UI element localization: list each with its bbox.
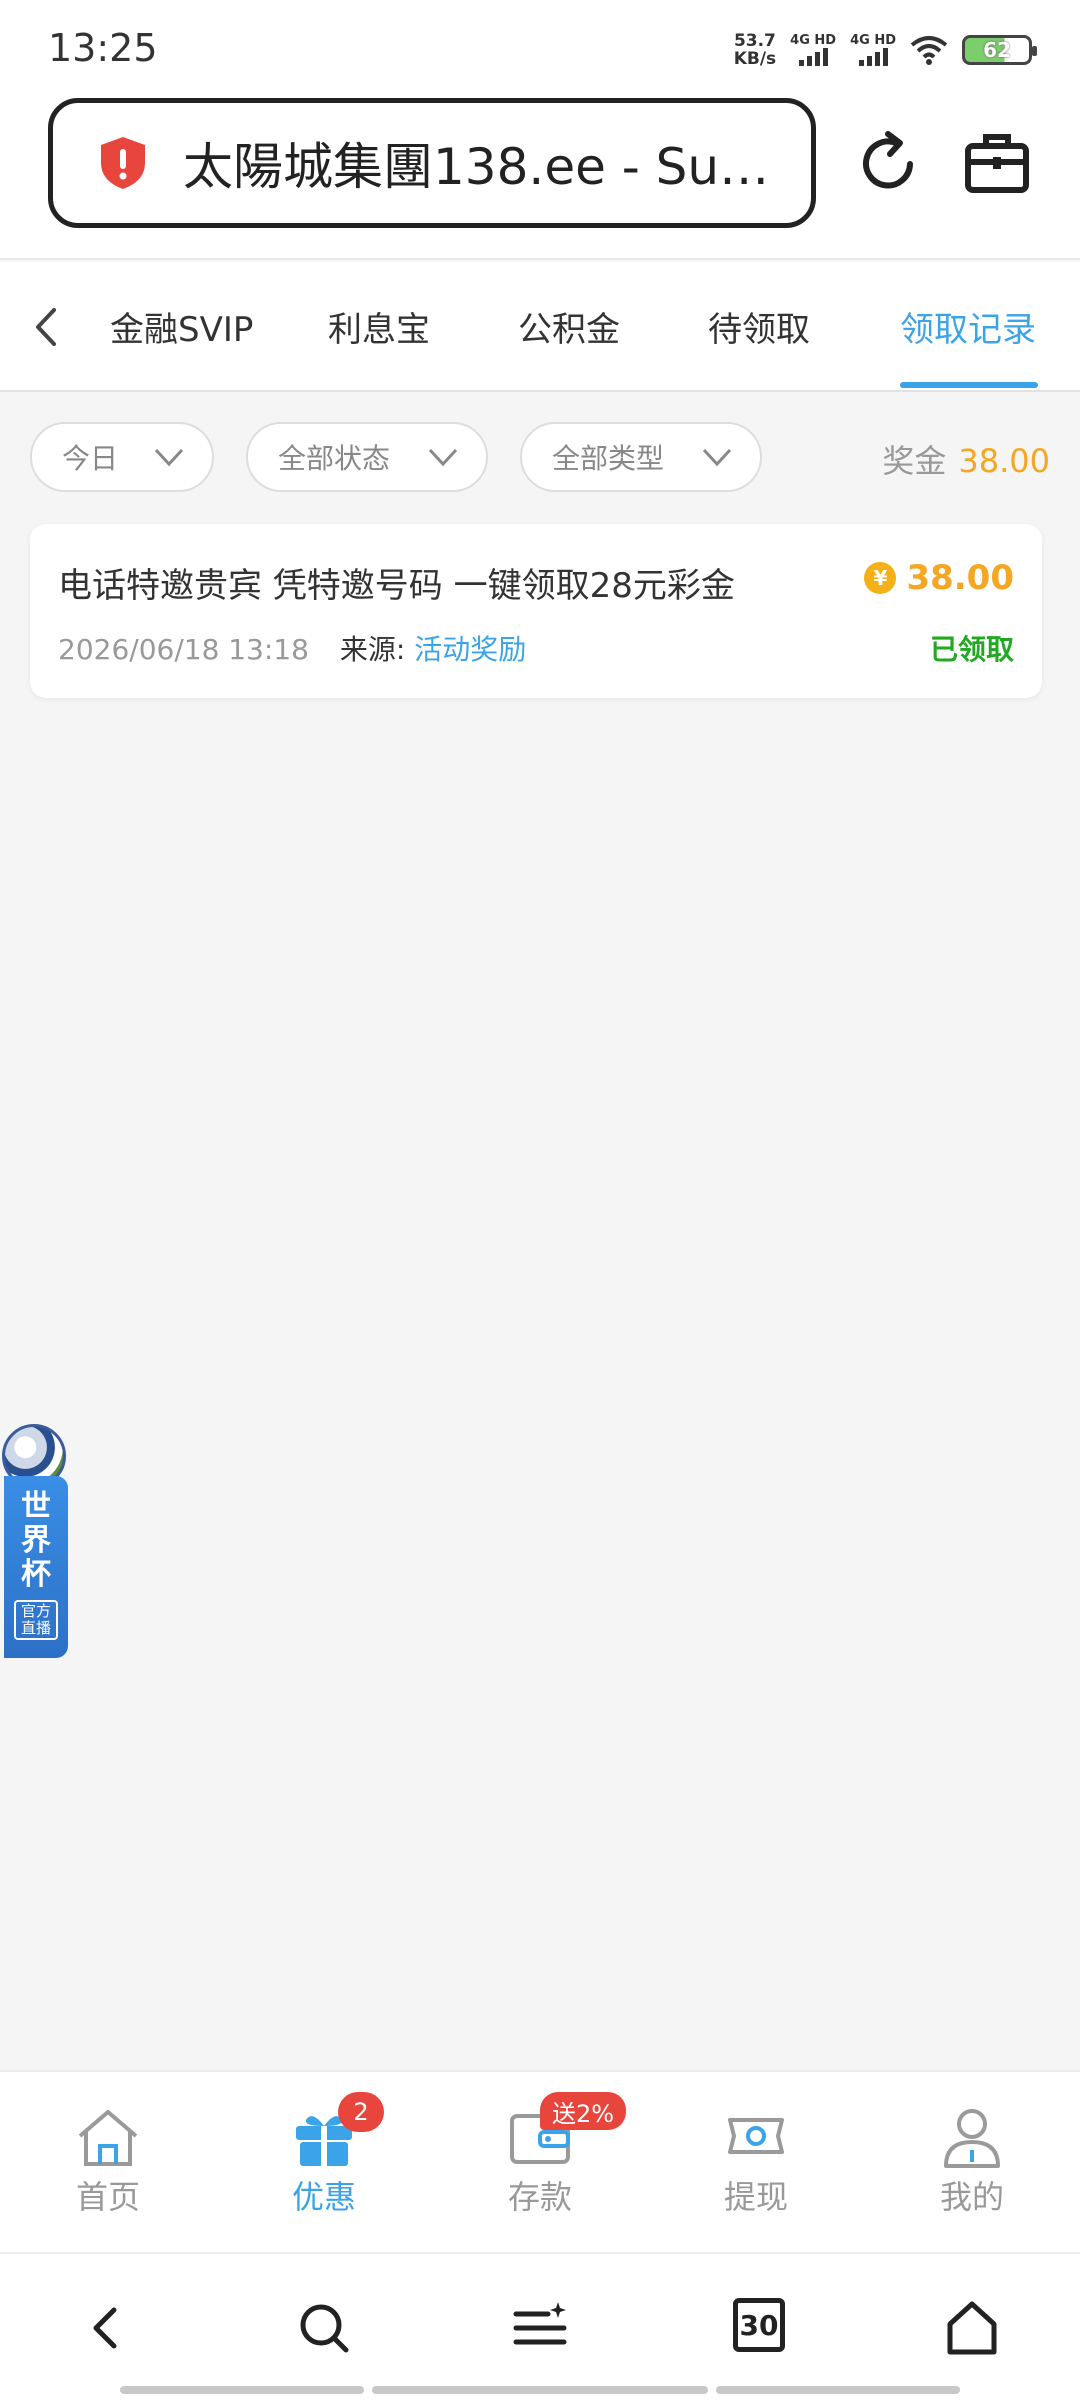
chevron-down-icon xyxy=(154,448,184,467)
browser-address-bar: 太陽城集團138.ee - Su… xyxy=(0,92,1080,260)
battery-level: 62 xyxy=(983,38,1011,62)
tab-provident-fund[interactable]: 公积金 xyxy=(518,302,620,351)
signal-bars-icon xyxy=(798,48,828,66)
chevron-down-icon xyxy=(428,448,458,467)
user-icon xyxy=(944,2109,1000,2168)
type-filter-label: 全部类型 xyxy=(552,442,665,475)
record-source-label: 来源: xyxy=(339,633,406,666)
tab-svip[interactable]: 金融SVIP xyxy=(110,302,253,351)
nav-promotions[interactable]: 2 优惠 xyxy=(264,2092,384,2218)
chevron-left-icon[interactable] xyxy=(26,300,66,354)
network-speed-value: 53.7 xyxy=(733,31,776,51)
url-field[interactable]: 太陽城集團138.ee - Su… xyxy=(48,98,816,228)
chevron-down-icon xyxy=(702,448,732,467)
gesture-bar xyxy=(372,2386,708,2394)
sim2-label: 4G HD xyxy=(850,33,896,48)
record-title: 电话特邀贵宾 凭特邀号码 一键领取28元彩金 xyxy=(58,566,735,606)
network-speed: 53.7 KB/s xyxy=(734,32,776,68)
world-cup-text: 世界杯 xyxy=(21,1489,51,1592)
home-icon xyxy=(78,2110,138,2166)
bonus-total-amount: 38.00 xyxy=(958,442,1050,480)
home-icon[interactable] xyxy=(942,2298,1002,2358)
battery-icon: 62 xyxy=(962,35,1037,65)
app-bottom-nav: 首页 2 优惠 送2% 存款 提现 我的 xyxy=(0,2070,1080,2252)
bonus-total: 奖金 38.00 xyxy=(882,436,1050,482)
record-status: 已领取 xyxy=(929,633,1014,666)
yen-coin-icon: ¥ xyxy=(864,562,897,594)
tab-claim-history[interactable]: 领取记录 xyxy=(900,302,1036,351)
active-tab-indicator xyxy=(900,382,1038,388)
status-filter-label: 全部状态 xyxy=(278,442,391,475)
record-source-value: 活动奖励 xyxy=(414,633,527,666)
nav-profile-label: 我的 xyxy=(939,2178,1004,2216)
type-filter[interactable]: 全部类型 xyxy=(520,422,762,492)
date-filter-label: 今日 xyxy=(62,442,119,475)
nav-withdraw[interactable]: 提现 xyxy=(696,2106,816,2218)
toolbox-icon[interactable] xyxy=(962,128,1032,198)
promotions-badge: 2 xyxy=(338,2092,384,2132)
tabs-icon[interactable]: 30 xyxy=(733,2298,785,2352)
nav-promotions-label: 优惠 xyxy=(291,2178,356,2216)
nav-deposit-label: 存款 xyxy=(507,2178,572,2216)
date-filter[interactable]: 今日 xyxy=(30,422,214,492)
nav-home-label: 首页 xyxy=(75,2178,140,2216)
status-indicators: 53.7 KB/s 4G HD 4G HD 62 xyxy=(734,30,1037,70)
sim1-label: 4G HD xyxy=(790,33,837,48)
world-cup-float-banner[interactable]: 世界杯 官方直播 xyxy=(0,1424,68,1658)
record-amount: ¥ 38.00 xyxy=(864,558,1014,598)
tab-pending[interactable]: 待领取 xyxy=(708,302,810,351)
nav-withdraw-label: 提现 xyxy=(723,2178,788,2216)
nav-profile[interactable]: 我的 xyxy=(912,2106,1032,2218)
gesture-bar xyxy=(120,2386,364,2394)
status-time: 13:25 xyxy=(48,26,158,70)
network-speed-unit: KB/s xyxy=(733,49,777,69)
gesture-bar xyxy=(716,2386,960,2394)
record-amount-value: 38.00 xyxy=(906,558,1014,598)
nav-home[interactable]: 首页 xyxy=(48,2106,168,2218)
wifi-icon xyxy=(910,36,948,65)
url-text: 太陽城集團138.ee - Su… xyxy=(183,138,770,196)
back-icon[interactable] xyxy=(76,2298,136,2358)
record-time: 2026/06/18 13:18 xyxy=(58,633,309,666)
live-tag: 官方直播 xyxy=(14,1600,58,1640)
shield-alert-icon[interactable] xyxy=(97,135,149,191)
nav-deposit[interactable]: 送2% 存款 xyxy=(480,2092,627,2218)
claim-record-card[interactable]: 电话特邀贵宾 凭特邀号码 一键领取28元彩金 ¥ 38.00 2026/06/1… xyxy=(30,524,1042,698)
search-icon[interactable] xyxy=(294,2298,354,2358)
status-filter[interactable]: 全部状态 xyxy=(246,422,488,492)
bonus-total-label: 奖金 xyxy=(882,442,947,480)
menu-icon[interactable] xyxy=(510,2298,570,2358)
record-meta: 2026/06/18 13:18 来源: 活动奖励 xyxy=(58,628,526,668)
category-tabs: 金融SVIP 利息宝 公积金 待领取 领取记录 xyxy=(0,262,1080,392)
status-bar: 13:25 53.7 KB/s 4G HD 4G HD 62 xyxy=(0,0,1080,92)
sim2-signal: 4G HD xyxy=(850,34,896,66)
signal-bars-icon xyxy=(858,48,888,66)
sim1-signal: 4G HD xyxy=(790,34,836,66)
tab-interest[interactable]: 利息宝 xyxy=(328,302,430,351)
world-cup-banner-body: 世界杯 官方直播 xyxy=(4,1476,68,1658)
cash-icon xyxy=(728,2118,784,2154)
browser-toolbar: 30 xyxy=(0,2252,1080,2400)
reload-icon[interactable] xyxy=(852,128,924,200)
deposit-promo-badge: 送2% xyxy=(540,2092,627,2130)
